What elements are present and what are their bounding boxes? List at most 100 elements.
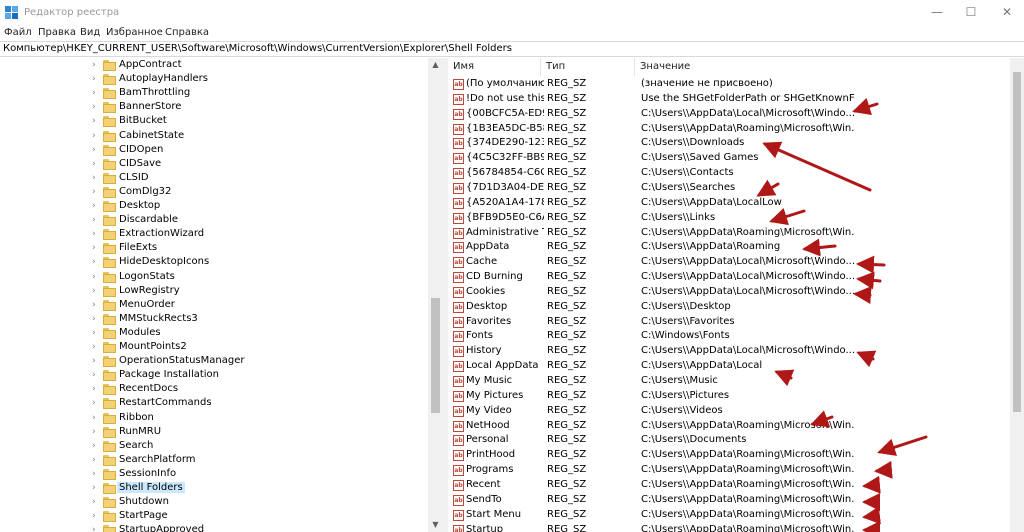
tree-item[interactable]: › BannerStore [0, 101, 428, 115]
value-row[interactable]: ab Local AppData REG_SZ C:\Users\\AppData\L… [448, 359, 1018, 374]
tree-item[interactable]: › HideDesktopIcons [0, 256, 428, 270]
value-row[interactable]: ab Cookies REG_SZ C:\Users\\AppData\Local\M… [448, 285, 1018, 300]
tree-item[interactable]: › BitBucket [0, 115, 428, 129]
chevron-right-icon[interactable]: › [92, 102, 96, 112]
tree-item[interactable]: › RunMRU [0, 426, 428, 440]
value-row[interactable]: ab Personal REG_SZ C:\Users\\Documents [448, 433, 1018, 448]
chevron-right-icon[interactable]: › [92, 455, 96, 465]
scroll-up-icon[interactable]: ▲ [428, 58, 443, 72]
value-row[interactable]: ab!Do not use this ...REG_SZ Use the SHGe… [448, 92, 1018, 107]
tree-item[interactable]: › ExtractionWizard [0, 228, 428, 242]
value-row[interactable]: ab Fonts REG_SZ C:\Windows\Fonts [448, 329, 1018, 344]
value-row[interactable]: ab{56784854-C6CB...REG_SZ C:\Users\\Conta… [448, 166, 1018, 181]
address-bar[interactable]: Компьютер\HKEY_CURRENT_USER\Software\Mic… [0, 41, 1024, 57]
value-row[interactable]: ab AppData REG_SZ C:\Users\\AppData\Roaming [448, 240, 1018, 255]
tree-item[interactable]: › CIDSave [0, 158, 428, 172]
tree-item[interactable]: › BamThrottling [0, 87, 428, 101]
column-header-data[interactable]: Значение [635, 58, 1011, 76]
chevron-right-icon[interactable]: › [92, 215, 96, 225]
tree-item[interactable]: › ComDlg32 [0, 186, 428, 200]
tree-item[interactable]: › MountPoints2 [0, 341, 428, 355]
value-row[interactable]: ab{1B3EA5DC-B58...REG_SZ C:\Users\\AppDat… [448, 122, 1018, 137]
tree-item[interactable]: › Desktop [0, 200, 428, 214]
menu-favorites[interactable]: Избранное [106, 27, 163, 38]
chevron-right-icon[interactable]: › [92, 131, 96, 141]
list-scroll-thumb[interactable] [1013, 72, 1021, 412]
chevron-right-icon[interactable]: › [92, 413, 96, 423]
chevron-right-icon[interactable]: › [92, 370, 96, 380]
menu-view[interactable]: Вид [80, 27, 100, 38]
value-row[interactable]: ab Recent REG_SZ C:\Users\\AppData\Roaming\… [448, 478, 1018, 493]
chevron-right-icon[interactable]: › [92, 300, 96, 310]
value-row[interactable]: ab{4C5C32FF-BB9...REG_SZ C:\Users\\Saved … [448, 151, 1018, 166]
chevron-right-icon[interactable]: › [92, 314, 96, 324]
values-list[interactable]: Имя Тип Значение ab (По умолчанию) REG_SZ(… [448, 58, 1024, 532]
value-row[interactable]: ab Start Menu REG_SZ C:\Users\\AppData\Roam… [448, 508, 1018, 523]
chevron-right-icon[interactable]: › [92, 398, 96, 408]
tree-item[interactable]: › Ribbon [0, 412, 428, 426]
tree-scrollbar[interactable]: ▲ ▼ [428, 58, 443, 532]
value-row[interactable]: ab (По умолчанию) REG_SZ (значение не присв… [448, 77, 1018, 92]
tree-item[interactable]: › Discardable [0, 214, 428, 228]
tree-item[interactable]: › RestartCommands [0, 397, 428, 411]
tree-item[interactable]: › Shell Folders [0, 482, 428, 496]
chevron-right-icon[interactable]: › [92, 187, 96, 197]
tree-item[interactable]: › Modules [0, 327, 428, 341]
chevron-right-icon[interactable]: › [92, 145, 96, 155]
value-row[interactable]: ab Favorites REG_SZ C:\Users\\Favorites [448, 315, 1018, 330]
tree-item[interactable]: › MenuOrder [0, 299, 428, 313]
menu-file[interactable]: Файл [4, 27, 32, 38]
chevron-right-icon[interactable]: › [92, 286, 96, 296]
value-row[interactable]: ab CD Burning REG_SZ C:\Users\\AppData\Loca… [448, 270, 1018, 285]
chevron-right-icon[interactable]: › [92, 74, 96, 84]
address-path[interactable]: Компьютер\HKEY_CURRENT_USER\Software\Mic… [3, 43, 512, 54]
chevron-right-icon[interactable]: › [92, 272, 96, 282]
value-row[interactable]: ab History REG_SZ C:\Users\\AppData\Local\M… [448, 344, 1018, 359]
scroll-down-icon[interactable]: ▼ [428, 518, 443, 532]
list-scrollbar[interactable] [1010, 58, 1024, 532]
column-header-type[interactable]: Тип [541, 58, 635, 76]
chevron-right-icon[interactable]: › [92, 441, 96, 451]
column-header-name[interactable]: Имя [448, 58, 541, 76]
value-row[interactable]: ab{A520A1A4-1780...REG_SZ C:\Users\\AppDa… [448, 196, 1018, 211]
tree-item[interactable]: › CLSID [0, 172, 428, 186]
value-row[interactable]: ab Programs REG_SZ C:\Users\\AppData\Roamin… [448, 463, 1018, 478]
chevron-right-icon[interactable]: › [92, 511, 96, 521]
tree-item[interactable]: › AppContract [0, 59, 428, 73]
tree-item[interactable]: › CIDOpen [0, 144, 428, 158]
close-button[interactable]: ✕ [984, 0, 1024, 26]
value-row[interactable]: ab Desktop REG_SZ C:\Users\\Desktop [448, 300, 1018, 315]
tree-item[interactable]: › FileExts [0, 242, 428, 256]
chevron-right-icon[interactable]: › [92, 497, 96, 507]
tree-scroll-thumb[interactable] [431, 298, 440, 413]
value-row[interactable]: ab PrintHood REG_SZ C:\Users\\AppData\Roami… [448, 448, 1018, 463]
tree-item[interactable]: › Package Installation [0, 369, 428, 383]
tree-item[interactable]: › SessionInfo [0, 468, 428, 482]
value-row[interactable]: ab Cache REG_SZ C:\Users\\AppData\Local\Mic… [448, 255, 1018, 270]
tree-item[interactable]: › Search [0, 440, 428, 454]
value-row[interactable]: ab NetHood REG_SZ C:\Users\\AppData\Roaming… [448, 419, 1018, 434]
menu-help[interactable]: Справка [165, 27, 209, 38]
chevron-right-icon[interactable]: › [92, 342, 96, 352]
value-row[interactable]: ab Startup REG_SZ C:\Users\\AppData\Roaming… [448, 523, 1018, 532]
value-row[interactable]: ab My Pictures REG_SZ C:\Users\\Pictures [448, 389, 1018, 404]
tree-item[interactable]: › CabinetState [0, 130, 428, 144]
tree-item[interactable]: › SearchPlatform [0, 454, 428, 468]
tree-item[interactable]: › StartPage [0, 510, 428, 524]
value-row[interactable]: abAdministrative T...REG_SZ C:\Users\\App… [448, 226, 1018, 241]
chevron-right-icon[interactable]: › [92, 384, 96, 394]
chevron-right-icon[interactable]: › [92, 243, 96, 253]
chevron-right-icon[interactable]: › [92, 427, 96, 437]
value-row[interactable]: ab My Music REG_SZ C:\Users\\Music [448, 374, 1018, 389]
value-row[interactable]: ab{374DE290-123F...REG_SZ C:\Users\\Downl… [448, 136, 1018, 151]
value-row[interactable]: ab{00BCFC5A-ED9...REG_SZ C:\Users\\AppDat… [448, 107, 1018, 122]
chevron-right-icon[interactable]: › [92, 173, 96, 183]
chevron-right-icon[interactable]: › [92, 257, 96, 267]
key-tree[interactable]: › AppContract › AutoplayHandlers › BamThrottl… [0, 58, 443, 532]
chevron-right-icon[interactable]: › [92, 356, 96, 366]
tree-item[interactable]: › Shutdown [0, 496, 428, 510]
menu-edit[interactable]: Правка [38, 27, 76, 38]
tree-item[interactable]: › StartupApproved [0, 524, 428, 532]
chevron-right-icon[interactable]: › [92, 229, 96, 239]
tree-item[interactable]: › LogonStats [0, 271, 428, 285]
